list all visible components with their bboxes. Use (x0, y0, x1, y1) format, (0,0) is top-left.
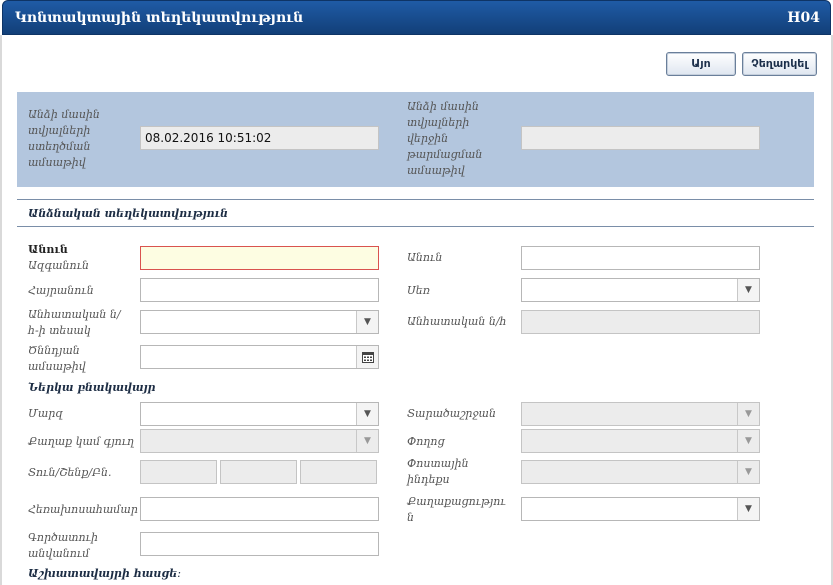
gender-label: Սեռ (407, 284, 430, 297)
divider (17, 199, 814, 200)
calendar-icon[interactable] (356, 346, 378, 368)
postal-code-select: ▼ (521, 460, 760, 484)
section-title-personal: Անձնական տեղեկատվություն (28, 207, 229, 220)
created-date-field: 08.02.2016 10:51:02 (140, 126, 379, 150)
chevron-down-icon: ▼ (737, 461, 759, 483)
section-title-work-address: Աշխատավայրի հասցե։ (28, 567, 181, 580)
house-input (140, 460, 217, 484)
chevron-down-icon: ▼ (737, 430, 759, 452)
street-select: ▼ (521, 429, 760, 453)
citizenship-select[interactable]: ▼ (521, 497, 760, 521)
name-label: Անուն (407, 251, 443, 264)
section-title-address: Ներկա բնակավայր (28, 381, 156, 394)
frame-left (0, 35, 2, 585)
patronymic-label: Հայրանուն (28, 284, 94, 297)
chevron-down-icon[interactable]: ▼ (737, 498, 759, 520)
cancel-button[interactable]: Չեղարկել (742, 52, 817, 76)
id-number-field (521, 310, 760, 334)
chevron-down-icon[interactable]: ▼ (356, 403, 378, 425)
workplace-input[interactable] (140, 532, 379, 556)
phone-label: Հեռախոսահամար (28, 503, 138, 516)
city-select: ▼ (140, 429, 379, 453)
citizenship-label: Քաղաքացություն (407, 495, 506, 524)
region-select[interactable]: ▼ (140, 402, 379, 426)
id-type-select[interactable]: ▼ (140, 310, 379, 334)
postal-code-label: Փոստային ինդեքս (407, 457, 469, 486)
id-number-label: Անհատական ն/հ (407, 315, 507, 328)
city-label: Քաղաք կամ գյուղ (28, 435, 135, 448)
apartment-input (300, 460, 377, 484)
building-input (220, 460, 297, 484)
window-title: Կոնտակտային տեղեկատվություն (15, 10, 304, 26)
form-code: H04 (787, 10, 820, 26)
id-type-label: Անհատական ն/հ-ի տեսակ (28, 308, 121, 337)
street-label: Փողոց (407, 435, 445, 448)
divider (17, 226, 814, 227)
phone-input[interactable] (140, 497, 379, 521)
name-input[interactable] (521, 246, 760, 270)
patronymic-input[interactable] (140, 278, 379, 302)
chevron-down-icon: ▼ (737, 403, 759, 425)
region-label: Մարզ (28, 407, 63, 420)
district-label: Տարածաշրջան (407, 407, 496, 420)
birth-date-input[interactable] (140, 345, 379, 369)
updated-date-field (521, 126, 760, 150)
created-date-label: Անձի մասին տվյալների ստեղծման ամսաթիվ (28, 108, 100, 169)
birth-date-label: Ծննդյան ամսաթիվ (28, 344, 86, 373)
surname-input[interactable] (140, 246, 379, 270)
workplace-label: Գործատուի անվանում (28, 531, 98, 560)
chevron-down-icon[interactable]: ▼ (356, 311, 378, 333)
updated-date-label: Անձի մասին տվյալների վերջին թարմացման ամ… (407, 100, 483, 177)
window-titlebar: Կոնտակտային տեղեկատվություն H04 (2, 0, 831, 35)
house-label: Տուն/Շենք/Բն. (28, 466, 112, 479)
gender-select[interactable]: ▼ (521, 278, 760, 302)
surname-label-first-name: Անուն (28, 243, 68, 256)
chevron-down-icon: ▼ (356, 430, 378, 452)
surname-label: Ազգանուն (28, 259, 89, 272)
chevron-down-icon[interactable]: ▼ (737, 279, 759, 301)
save-button[interactable]: Այո (666, 52, 736, 76)
district-select: ▼ (521, 402, 760, 426)
